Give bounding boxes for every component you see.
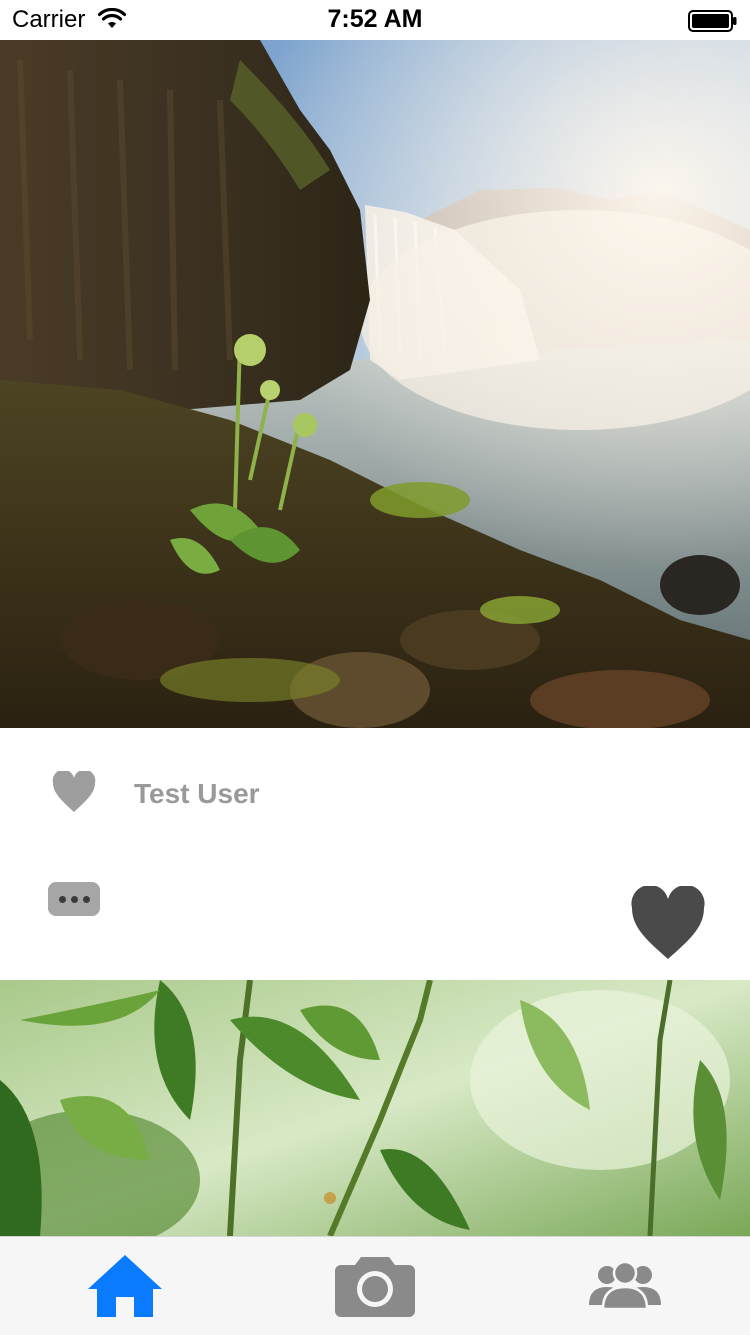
- home-icon: [88, 1255, 162, 1317]
- battery-icon: [688, 10, 738, 37]
- like-button[interactable]: [630, 884, 706, 965]
- status-time: 7:52 AM: [327, 5, 423, 33]
- tab-bar: [0, 1236, 750, 1335]
- user-heart-icon: [52, 769, 96, 818]
- post-photo-waterfall[interactable]: [0, 40, 750, 728]
- tab-camera[interactable]: [250, 1237, 500, 1335]
- ellipsis-icon: [58, 895, 66, 903]
- status-bar: Carrier 7:52 AM: [0, 0, 750, 40]
- more-options-button[interactable]: [48, 882, 100, 916]
- heart-icon: [631, 884, 705, 959]
- photo-feed[interactable]: Test User: [0, 40, 750, 1236]
- camera-icon: [335, 1257, 415, 1317]
- people-icon: [589, 1261, 661, 1311]
- post-meta: Test User: [0, 728, 750, 980]
- tab-home[interactable]: [0, 1237, 250, 1335]
- post-username[interactable]: Test User: [134, 778, 260, 810]
- tab-friends[interactable]: [500, 1237, 750, 1335]
- post-photo-leaves[interactable]: [0, 980, 750, 1236]
